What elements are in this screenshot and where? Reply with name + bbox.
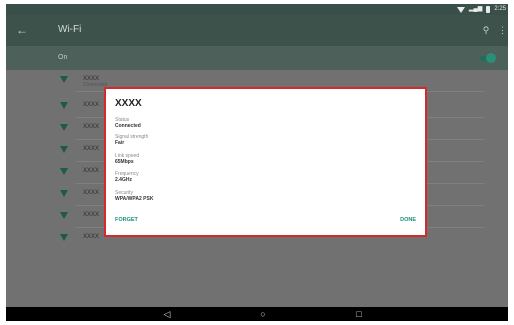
- navigation-bar: ◁ ○ □: [6, 307, 508, 321]
- wifi-signal-icon: [60, 212, 68, 219]
- done-button[interactable]: DONE: [400, 216, 416, 224]
- wifi-signal-icon: [60, 190, 68, 197]
- status-bar: ▂▄▆ 2:25: [6, 4, 508, 15]
- link-speed-field: Link speed 65Mbps: [115, 153, 315, 166]
- wifi-signal-icon: [60, 76, 68, 83]
- screen: ▂▄▆ 2:25 ← Wi-Fi ⚲ ⋮ On XXXX Connected X…: [6, 4, 508, 321]
- dialog-title: XXXX: [115, 98, 142, 109]
- wifi-signal-icon: [60, 234, 68, 241]
- status-icons: ▂▄▆ 2:25: [456, 5, 506, 14]
- network-details-dialog: XXXX Status Connected Signal strength Fa…: [109, 92, 422, 232]
- wifi-toggle-switch[interactable]: [480, 53, 496, 63]
- network-ssid: XXXX: [83, 190, 100, 196]
- network-ssid: XXXX: [83, 212, 100, 218]
- field-value: 65Mbps: [115, 159, 134, 165]
- field-value: Fair: [115, 140, 125, 146]
- wifi-signal-icon: [60, 146, 68, 153]
- security-field: Security WPA/WPA2 PSK: [115, 190, 315, 203]
- wifi-signal-icon: [60, 102, 68, 109]
- network-ssid: XXXX: [83, 168, 100, 174]
- signal-strength-field: Signal strength Fair: [115, 134, 315, 147]
- signal-icon: ▂▄▆: [468, 6, 483, 12]
- field-value: WPA/WPA2 PSK: [115, 196, 154, 202]
- more-vert-icon[interactable]: ⋮: [498, 23, 507, 37]
- forget-button[interactable]: FORGET: [115, 216, 138, 224]
- battery-icon: [486, 6, 491, 13]
- search-icon[interactable]: ⚲: [480, 23, 492, 37]
- home-nav-icon[interactable]: ○: [257, 308, 269, 320]
- wifi-toggle-label: On: [58, 54, 68, 61]
- network-ssid: XXXX: [83, 102, 100, 108]
- field-value: Connected: [115, 123, 141, 129]
- toolbar: ← Wi-Fi ⚲ ⋮: [6, 15, 508, 46]
- page-title: Wi-Fi: [58, 24, 82, 35]
- wifi-icon: [456, 6, 465, 13]
- arrow-left-icon[interactable]: ←: [14, 22, 30, 38]
- network-ssid: XXXX: [83, 124, 100, 130]
- frequency-field: Frequency 2.4GHz: [115, 171, 315, 184]
- wifi-toggle-bar: On: [6, 46, 508, 70]
- wifi-signal-icon: [60, 168, 68, 175]
- status-field: Status Connected: [115, 117, 315, 130]
- device-frame: ▂▄▆ 2:25 ← Wi-Fi ⚲ ⋮ On XXXX Connected X…: [0, 0, 514, 325]
- field-value: 2.4GHz: [115, 177, 132, 183]
- recents-nav-icon[interactable]: □: [353, 308, 365, 320]
- toggle-thumb: [486, 53, 496, 63]
- wifi-signal-icon: [60, 124, 68, 131]
- network-ssid: XXXX: [83, 234, 100, 240]
- back-nav-icon[interactable]: ◁: [161, 308, 173, 320]
- status-time: 2:25: [494, 6, 506, 12]
- dialog-highlight: XXXX Status Connected Signal strength Fa…: [104, 87, 427, 237]
- network-ssid: XXXX: [83, 146, 100, 152]
